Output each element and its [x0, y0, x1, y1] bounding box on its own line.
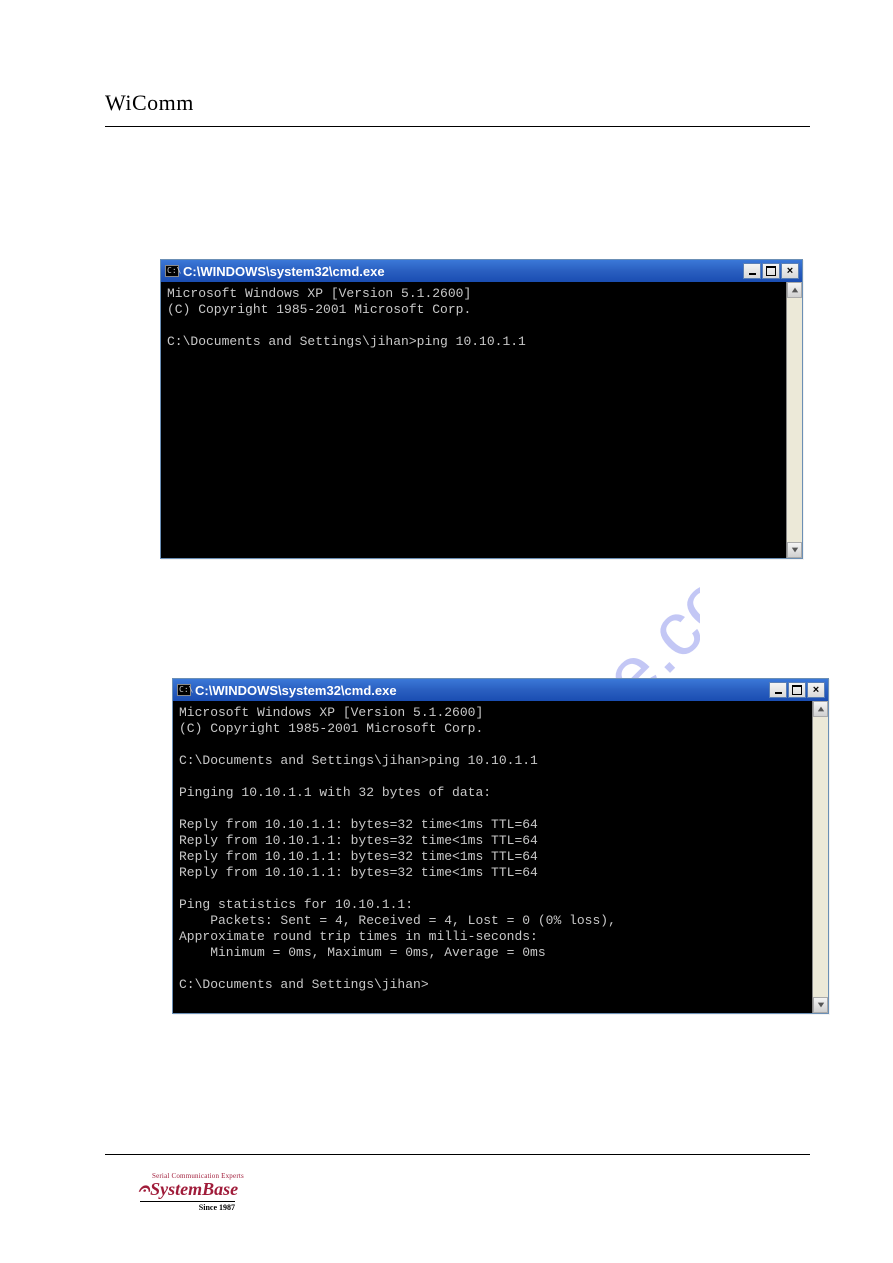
footer-since: Since 1987	[140, 1201, 235, 1212]
close-button[interactable]: ×	[807, 682, 825, 698]
scrollbar[interactable]	[786, 282, 802, 558]
minimize-button[interactable]	[743, 263, 761, 279]
logo-slash-icon: 𝄐	[138, 1178, 149, 1201]
footer-rule	[105, 1154, 810, 1155]
terminal-body: Microsoft Windows XP [Version 5.1.2600] …	[161, 282, 802, 558]
terminal-output[interactable]: Microsoft Windows XP [Version 5.1.2600] …	[173, 701, 812, 1013]
scroll-up-button[interactable]	[787, 282, 802, 298]
maximize-button[interactable]	[762, 263, 780, 279]
brand-logo: WiComm	[105, 90, 194, 115]
terminal-body: Microsoft Windows XP [Version 5.1.2600] …	[173, 701, 828, 1013]
cmd-icon: C:\	[177, 684, 191, 696]
window-controls: ×	[769, 682, 825, 698]
scroll-down-button[interactable]	[787, 542, 802, 558]
maximize-button[interactable]	[788, 682, 806, 698]
cmd-window-2: C:\ C:\WINDOWS\system32\cmd.exe × Micros…	[172, 678, 829, 1014]
footer-brand: SystemBase	[150, 1179, 238, 1200]
scroll-track[interactable]	[813, 717, 828, 997]
minimize-button[interactable]	[769, 682, 787, 698]
terminal-output[interactable]: Microsoft Windows XP [Version 5.1.2600] …	[161, 282, 786, 558]
scrollbar[interactable]	[812, 701, 828, 1013]
scroll-up-button[interactable]	[813, 701, 828, 717]
titlebar[interactable]: C:\ C:\WINDOWS\system32\cmd.exe ×	[161, 260, 802, 282]
footer-logo: Serial Communication Experts 𝄐 SystemBas…	[138, 1172, 244, 1212]
cmd-icon: C:\	[165, 265, 179, 277]
window-title: C:\WINDOWS\system32\cmd.exe	[183, 264, 739, 279]
titlebar[interactable]: C:\ C:\WINDOWS\system32\cmd.exe ×	[173, 679, 828, 701]
page-header: WiComm	[105, 90, 810, 127]
window-controls: ×	[743, 263, 799, 279]
window-title: C:\WINDOWS\system32\cmd.exe	[195, 683, 765, 698]
scroll-down-button[interactable]	[813, 997, 828, 1013]
close-button[interactable]: ×	[781, 263, 799, 279]
cmd-window-1: C:\ C:\WINDOWS\system32\cmd.exe × Micros…	[160, 259, 803, 559]
scroll-track[interactable]	[787, 298, 802, 542]
